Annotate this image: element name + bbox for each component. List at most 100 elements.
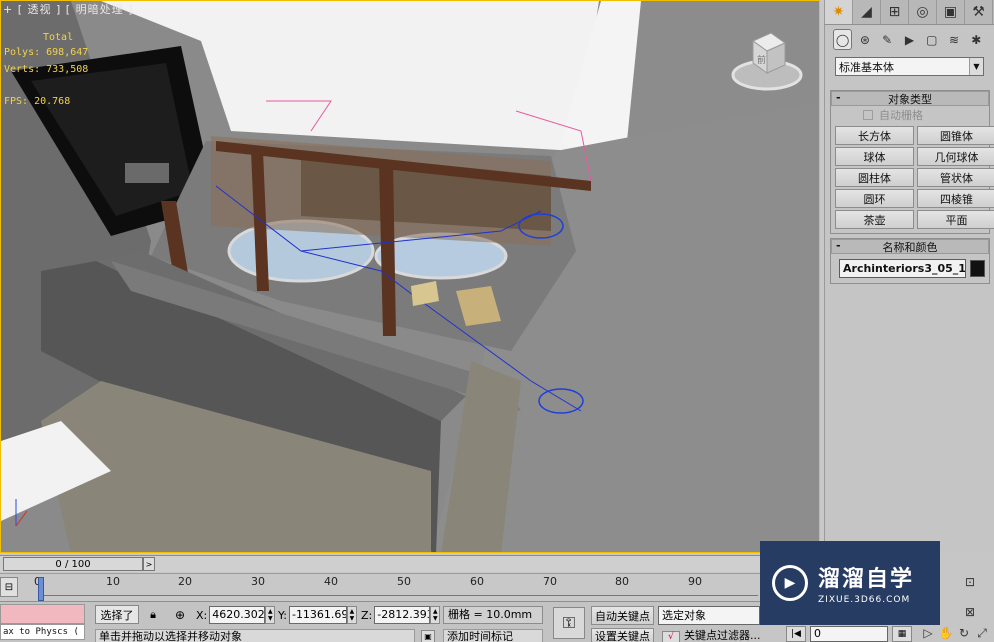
geosphere-button[interactable]: 几何球体 — [917, 147, 994, 166]
systems-icon[interactable]: ✱ — [967, 29, 986, 50]
shapes-icon[interactable]: ⊛ — [855, 29, 874, 50]
torus-button[interactable]: 圆环 — [835, 189, 914, 208]
collapse-icon: - — [836, 91, 841, 104]
teapot-button[interactable]: 茶壶 — [835, 210, 914, 229]
helpers-icon[interactable]: ▢ — [922, 29, 941, 50]
z-label: Z: — [361, 608, 373, 622]
track-bar[interactable]: ⊟ 0 10 20 30 40 50 60 70 80 90 — [0, 573, 760, 601]
create-subtabs: ◯ ⊛ ✎ ▶ ▢ ≋ ✱ — [825, 25, 994, 55]
prompt-line: 单击并拖动以选择并移动对象 — [95, 629, 415, 642]
cylinder-button[interactable]: 圆柱体 — [835, 168, 914, 187]
tube-button[interactable]: 管状体 — [917, 168, 994, 187]
watermark-url: ZIXUE.3D66.COM — [818, 595, 911, 605]
time-cursor[interactable] — [38, 577, 44, 601]
stats-fps: FPS: 20.768 — [4, 96, 71, 107]
command-panel-tabs: ✷ ◢ ⊞ ◎ ▣ ⚒ — [825, 0, 994, 25]
object-name-field[interactable]: Archinteriors3_05_19 — [839, 259, 966, 278]
time-slider[interactable]: 0 / 100 > — [0, 555, 760, 572]
3dsmax-window: + [ 透视 ] [ 明暗处理 ] Total Polys: 698,647 V… — [0, 0, 994, 642]
absolute-mode-icon[interactable]: ⊕ — [172, 606, 188, 623]
maxscript-output[interactable]: ax to Physcs ( — [0, 624, 85, 640]
create-icon[interactable]: ✷ — [825, 0, 853, 24]
auto-key-button[interactable]: 自动关键点 — [591, 606, 654, 625]
tick-label: 90 — [688, 575, 702, 588]
stats-polys: Polys: 698,647 — [4, 47, 89, 58]
set-key-button[interactable]: 设置关键点 — [591, 628, 654, 642]
tick-label: 40 — [324, 575, 338, 588]
zoom-extents-icon[interactable]: ⊠ — [960, 603, 980, 621]
tick-label: 70 — [543, 575, 557, 588]
bottom-right-controls: ⊡ ⊠ |◀ 0 ▦ ▷ ✋ ↻ ⤢ ▶ 溜溜自学 ZIXUE.3D66.COM — [760, 541, 994, 642]
autogrid-checkbox[interactable]: 自动栅格 — [831, 106, 989, 124]
primitive-category-dropdown[interactable]: 标准基本体 ▼ — [835, 57, 984, 76]
y-spinner[interactable]: ▲ ▼ — [346, 606, 357, 624]
pyramid-button[interactable]: 四棱锥 — [917, 189, 994, 208]
geometry-icon[interactable]: ◯ — [833, 29, 853, 50]
hierarchy-icon[interactable]: ⊞ — [881, 0, 909, 24]
watermark: ▶ 溜溜自学 ZIXUE.3D66.COM — [760, 541, 940, 625]
command-panel: ✷ ◢ ⊞ ◎ ▣ ⚒ ◯ ⊛ ✎ ▶ ▢ ≋ ✱ 标准基本体 ▼ - 对象类型 — [824, 0, 994, 553]
checkbox-icon — [863, 110, 873, 120]
go-to-start-icon[interactable]: |◀ — [786, 626, 806, 642]
lights-icon[interactable]: ✎ — [878, 29, 897, 50]
name-color-rollout: - 名称和颜色 Archinteriors3_05_19 — [830, 238, 990, 284]
maximize-viewport-icon[interactable]: ⤢ — [972, 624, 992, 642]
viewport-label-menu[interactable]: + [ 透视 ] [ 明暗处理 ] — [3, 1, 133, 17]
time-tag-icon[interactable]: ▣ — [421, 630, 435, 642]
perspective-viewport[interactable]: + [ 透视 ] [ 明暗处理 ] Total Polys: 698,647 V… — [0, 0, 820, 553]
display-icon[interactable]: ▣ — [937, 0, 965, 24]
object-type-rollout: - 对象类型 自动栅格 长方体 圆锥体 球体 几何球体 圆柱体 管状体 圆环 四… — [830, 90, 994, 234]
curve-editor-icon[interactable]: ⊟ — [0, 577, 18, 597]
tick-label: 80 — [615, 575, 629, 588]
selected-object-dropdown[interactable]: 选定对象 — [658, 606, 760, 625]
current-frame-field[interactable]: 0 — [810, 626, 888, 642]
orbit-icon[interactable]: ↻ — [954, 624, 974, 642]
time-slider-thumb[interactable]: 0 / 100 > — [3, 557, 155, 571]
lock-icon[interactable]: 🔒︎ — [145, 606, 161, 623]
set-key-icon[interactable]: ⚿ — [553, 607, 585, 639]
tick-label: 50 — [397, 575, 411, 588]
z-spinner[interactable]: ▲ ▼ — [430, 606, 441, 624]
field-of-view-icon[interactable]: ▷ — [918, 624, 938, 642]
time-config-icon[interactable]: ▦ — [892, 626, 912, 642]
viewcube[interactable]: 前 — [731, 27, 803, 93]
motion-icon[interactable]: ◎ — [909, 0, 937, 24]
frame-ruler[interactable]: 0 10 20 30 40 50 60 70 80 90 — [34, 574, 758, 602]
add-time-tag[interactable]: 添加时间标记 — [443, 629, 543, 642]
spacewarps-icon[interactable]: ≋ — [944, 29, 963, 50]
name-color-title: 名称和颜色 — [882, 240, 938, 254]
plane-button[interactable]: 平面 — [917, 210, 994, 229]
collapse-icon: - — [836, 239, 841, 252]
chevron-down-icon: ▼ — [969, 58, 983, 75]
sphere-button[interactable]: 球体 — [835, 147, 914, 166]
x-field[interactable]: 4620.302m — [209, 606, 266, 624]
x-spinner[interactable]: ▲ ▼ — [265, 606, 276, 624]
tick-label: 10 — [106, 575, 120, 588]
play-logo-icon: ▶ — [772, 565, 808, 601]
key-filters[interactable]: √ 关键点过滤器... — [662, 629, 760, 642]
key-filters-label: 关键点过滤器... — [684, 629, 760, 642]
modify-icon[interactable]: ◢ — [853, 0, 881, 24]
object-type-title: 对象类型 — [888, 92, 932, 106]
cone-button[interactable]: 圆锥体 — [917, 126, 994, 145]
key-mode-icon[interactable]: √ — [662, 631, 680, 642]
z-coordinate: Z: -2812.393 ▲ ▼ — [361, 606, 441, 624]
grid-size: 栅格 = 10.0mm — [443, 606, 543, 624]
name-color-rollout-header[interactable]: - 名称和颜色 — [831, 239, 989, 254]
pan-icon[interactable]: ✋ — [936, 624, 956, 642]
maxscript-input[interactable] — [0, 604, 85, 624]
tick-label: 60 — [470, 575, 484, 588]
utilities-icon[interactable]: ⚒ — [965, 0, 993, 24]
zoom-icon[interactable]: ⊡ — [960, 573, 980, 591]
z-field[interactable]: -2812.393 — [374, 606, 431, 624]
ruler-line — [38, 588, 758, 596]
y-field[interactable]: -11361.69 — [288, 606, 347, 624]
tick-label: 30 — [251, 575, 265, 588]
box-button[interactable]: 长方体 — [835, 126, 914, 145]
next-frame-arrow-icon[interactable]: > — [143, 557, 155, 571]
cameras-icon[interactable]: ▶ — [900, 29, 919, 50]
object-type-rollout-header[interactable]: - 对象类型 — [831, 91, 989, 106]
object-color-swatch[interactable] — [969, 260, 985, 277]
maxscript-listener[interactable]: ax to Physcs ( — [0, 604, 85, 641]
selection-status: 选择了 — [95, 605, 139, 624]
